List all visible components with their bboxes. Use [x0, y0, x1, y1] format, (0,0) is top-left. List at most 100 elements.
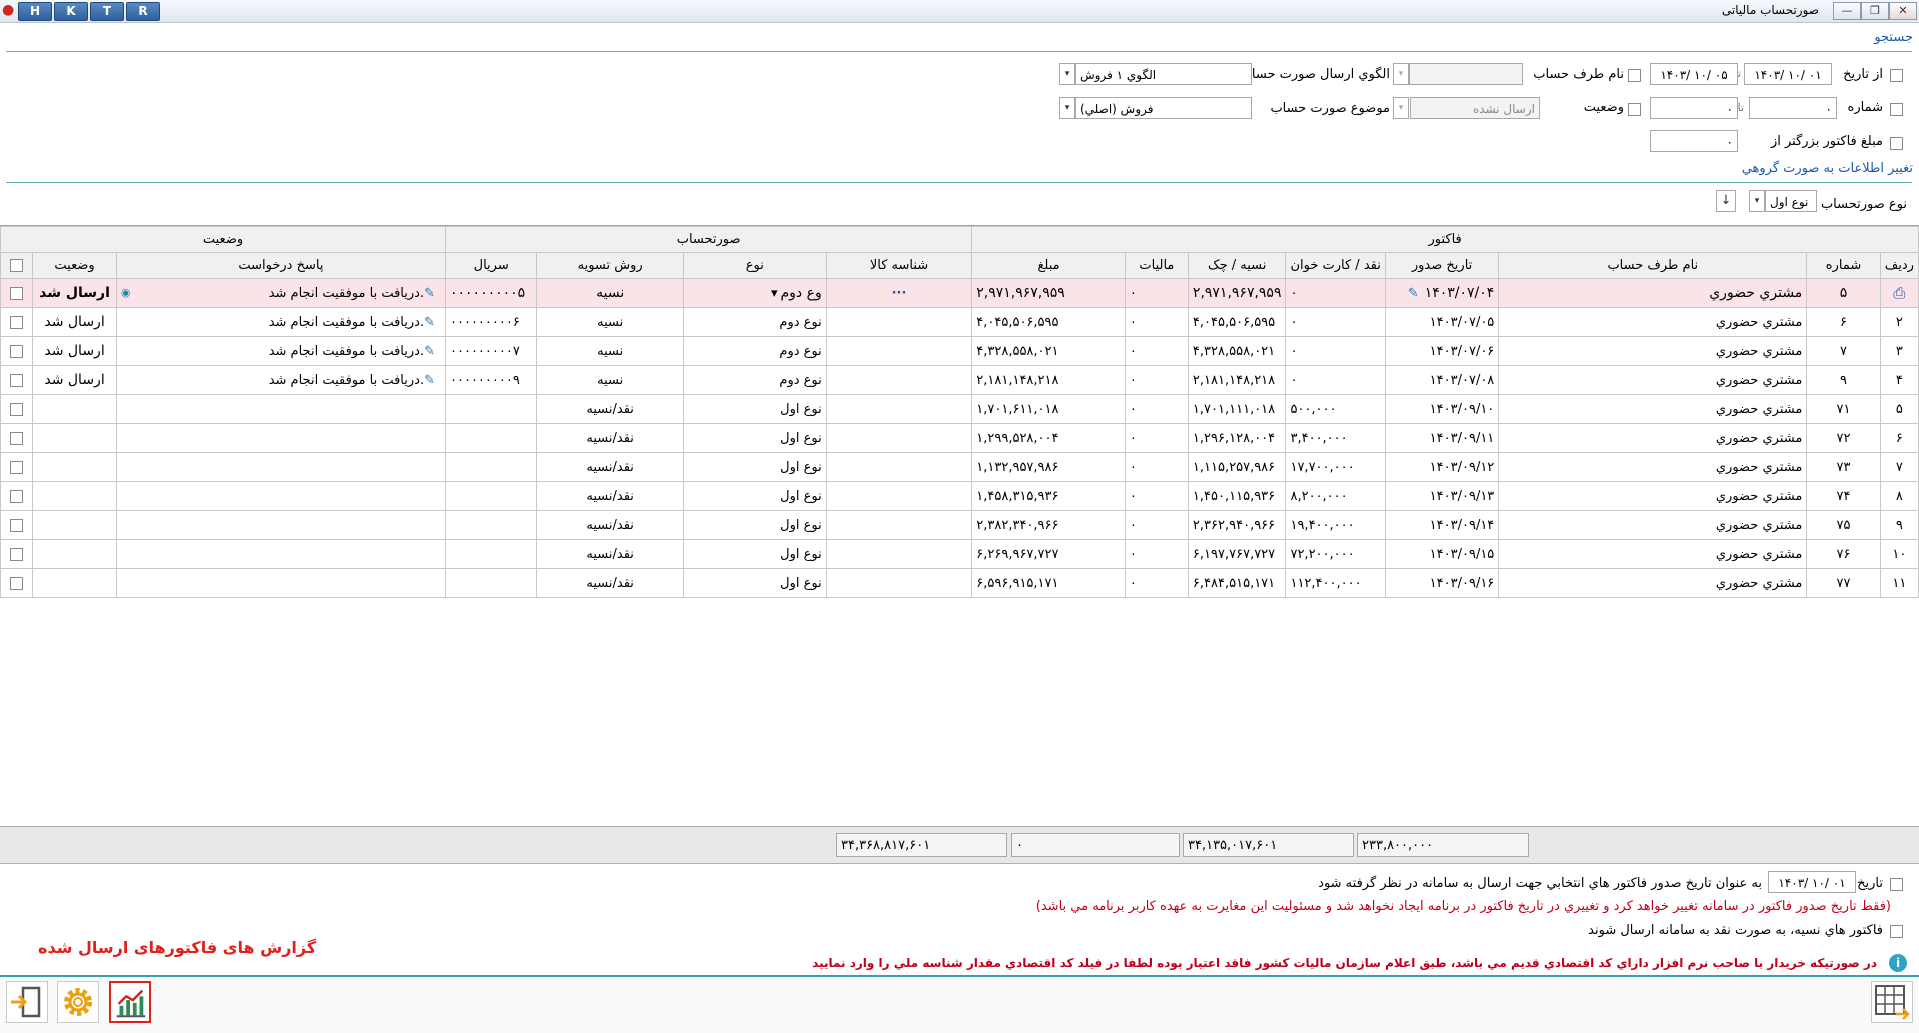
tax-cell[interactable]: ۰ [1124, 365, 1189, 395]
kind-cell[interactable]: نوع دوم [682, 365, 827, 395]
cash-cell[interactable]: ۸,۲۰۰,۰۰۰ [1285, 481, 1386, 511]
credit-cell[interactable]: ۲,۱۸۱,۱۴۸,۲۱۸ [1187, 365, 1287, 395]
goods-id-cell[interactable]: ··· [825, 278, 973, 308]
tax-cell[interactable]: ۰ [1124, 307, 1189, 337]
status-cell[interactable]: ارسال شد [32, 365, 117, 395]
response-cell[interactable]: دريافت با موفقيت انجام شد.✎ [115, 365, 447, 395]
index-cell[interactable]: ۳ [1879, 336, 1919, 366]
row-checkbox-cell[interactable] [0, 452, 34, 482]
row-checkbox-cell[interactable] [0, 365, 34, 395]
index-cell[interactable]: ۵ [1879, 394, 1919, 424]
row-checkbox-cell[interactable] [0, 394, 34, 424]
date-cell[interactable]: ۱۴۰۳/۰۷/۰۸ [1384, 365, 1500, 395]
settlement-cell[interactable]: نقد/نسيه [536, 481, 684, 511]
credit-cell[interactable]: ۱,۲۹۶,۱۲۸,۰۰۴ [1187, 423, 1287, 453]
from-date-checkbox[interactable] [1890, 69, 1903, 82]
response-cell[interactable] [115, 539, 447, 569]
number-from-field[interactable]: ۰ [1749, 97, 1837, 119]
serial-cell[interactable] [444, 481, 538, 511]
date-cell[interactable]: ۱۴۰۳/۰۹/۱۱ [1384, 423, 1500, 453]
party-cell[interactable]: مشتري حضوري [1498, 539, 1808, 569]
table-row[interactable]: نقد/نسيه نوع اول ۲,۳۸۲,۳۴۰,۹۶۶ ۰ ۲,۳۶۲,۹۴۰,۹… [0, 510, 1919, 540]
table-row[interactable]: نقد/نسيه نوع اول ۱,۷۰۱,۶۱۱,۰۱۸ ۰ ۱,۷۰۱,۱۱۱,۰… [0, 394, 1919, 424]
serial-cell[interactable] [444, 394, 538, 424]
date-cell[interactable]: ۱۴۰۳/۰۷/۰۶ [1384, 336, 1500, 366]
goods-id-cell[interactable] [825, 510, 973, 540]
row-checkbox-cell[interactable] [0, 307, 34, 337]
tax-cell[interactable]: ۰ [1124, 481, 1189, 511]
number-cell[interactable]: ۷۵ [1806, 510, 1881, 540]
party-cell[interactable]: مشتري حضوري [1498, 568, 1808, 598]
row-checkbox-cell[interactable] [0, 481, 34, 511]
date-cell[interactable]: ۱۴۰۳/۰۹/۱۲ [1384, 452, 1500, 482]
subject-dropdown-chevron-icon[interactable]: ▾ [1059, 97, 1075, 119]
settlement-cell[interactable]: نقد/نسيه [536, 423, 684, 453]
hotkey-k-button[interactable]: K [54, 2, 88, 21]
col-date-header[interactable]: تاريخ صدور [1384, 252, 1500, 279]
row-checkbox[interactable] [10, 373, 24, 387]
amount-checkbox[interactable] [1890, 137, 1903, 150]
invoice-type-dropdown-chevron-icon[interactable]: ▾ [1749, 190, 1765, 212]
table-row[interactable]: ارسال شد دريافت با موفقيت انجام شد.✎ ۰۰۰۰۰… [0, 365, 1919, 395]
sort-down-arrow-icon[interactable]: ↓ [1716, 190, 1736, 212]
party-cell[interactable]: مشتري حضوري [1498, 394, 1808, 424]
tax-cell[interactable]: ۰ [1124, 510, 1189, 540]
response-cell[interactable] [115, 452, 447, 482]
status-checkbox[interactable] [1628, 103, 1641, 116]
party-cell[interactable]: مشتري حضوري [1498, 452, 1808, 482]
status-cell[interactable] [32, 510, 117, 540]
number-cell[interactable]: ۷۷ [1806, 568, 1881, 598]
send-pattern-select[interactable]: الگوي ۱ فروش [1075, 63, 1252, 85]
amount-cell[interactable]: ۱,۱۳۲,۹۵۷,۹۸۶ [971, 452, 1126, 482]
cash-cell[interactable]: ۵۰۰,۰۰۰ [1285, 394, 1386, 424]
status-cell[interactable]: ارسال شد [32, 307, 117, 337]
settings-button[interactable] [57, 981, 99, 1023]
col-credit-header[interactable]: نسيه / چک [1187, 252, 1287, 279]
row-checkbox-cell[interactable] [0, 568, 34, 598]
row-checkbox[interactable] [10, 286, 24, 300]
row-checkbox[interactable] [10, 489, 24, 503]
hotkey-r-button[interactable]: R [126, 2, 160, 21]
issue-date-field[interactable]: ۱۴۰۳/ ۱۰/ ۰۱ [1768, 871, 1856, 893]
kind-cell[interactable]: نوع اول [682, 539, 827, 569]
issue-date-checkbox[interactable] [1890, 878, 1903, 891]
tax-cell[interactable]: ۰ [1124, 394, 1189, 424]
row-checkbox-cell[interactable] [0, 423, 34, 453]
amount-cell[interactable]: ۱,۴۵۸,۳۱۵,۹۳۶ [971, 481, 1126, 511]
credit-cell[interactable]: ۴,۳۲۸,۵۵۸,۰۲۱ [1187, 336, 1287, 366]
goods-id-cell[interactable] [825, 568, 973, 598]
row-checkbox[interactable] [10, 576, 24, 590]
credit-cell[interactable]: ۶,۱۹۷,۷۶۷,۷۲۷ [1187, 539, 1287, 569]
index-cell[interactable]: ۱۰ [1879, 539, 1919, 569]
serial-cell[interactable] [444, 539, 538, 569]
tax-cell[interactable]: ۰ [1124, 423, 1189, 453]
amount-cell[interactable]: ۱,۲۹۹,۵۲۸,۰۰۴ [971, 423, 1126, 453]
party-cell[interactable]: مشتري حضوري [1498, 510, 1808, 540]
serial-cell[interactable]: ۰۰۰۰۰۰۰۰۰۵ [444, 278, 538, 308]
edit-pencil-icon[interactable]: ✎ [424, 315, 435, 330]
goods-id-cell[interactable] [825, 452, 973, 482]
amount-cell[interactable]: ۶,۵۹۶,۹۱۵,۱۷۱ [971, 568, 1126, 598]
status-cell[interactable] [32, 568, 117, 598]
party-cell[interactable]: مشتري حضوري [1498, 336, 1808, 366]
goods-id-cell[interactable] [825, 394, 973, 424]
index-cell[interactable]: ۷ [1879, 452, 1919, 482]
number-checkbox[interactable] [1890, 103, 1903, 116]
status-cell[interactable]: ارسال شد [32, 278, 117, 308]
kind-cell[interactable]: نوع دوم [682, 336, 827, 366]
serial-cell[interactable]: ۰۰۰۰۰۰۰۰۰۷ [444, 336, 538, 366]
index-cell[interactable]: ۶ [1879, 423, 1919, 453]
account-party-dropdown-chevron-icon[interactable]: ▾ [1393, 63, 1409, 85]
index-cell[interactable]: ۹ [1879, 510, 1919, 540]
kind-cell[interactable]: نوع اول [682, 394, 827, 424]
edit-pencil-icon[interactable]: ✎ [424, 286, 435, 301]
invoice-type-select[interactable]: نوع اول [1765, 190, 1817, 212]
status-cell[interactable] [32, 452, 117, 482]
number-cell[interactable]: ۹ [1806, 365, 1881, 395]
credit-cell[interactable]: ۱,۱۱۵,۲۵۷,۹۸۶ [1187, 452, 1287, 482]
party-cell[interactable]: مشتري حضوري [1498, 278, 1808, 308]
row-checkbox[interactable] [10, 460, 24, 474]
index-cell[interactable]: ۱۱ [1879, 568, 1919, 598]
restore-button[interactable]: ❐ [1861, 2, 1889, 20]
view-eye-icon[interactable]: ◉ [121, 286, 131, 299]
